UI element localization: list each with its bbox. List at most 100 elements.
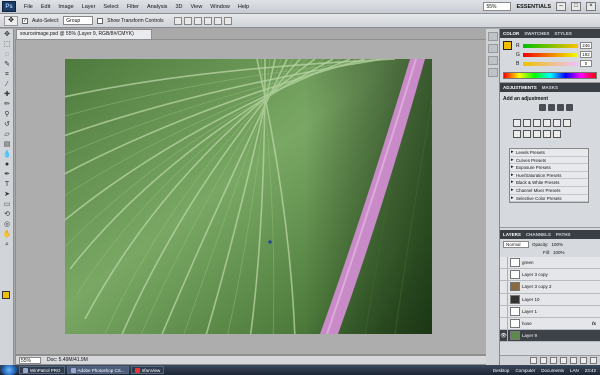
taskbar-photoshop[interactable]: Adobe Photoshop CS...: [66, 366, 129, 374]
layer-row[interactable]: Layer 1: [500, 305, 600, 318]
align-vcenter-icon[interactable]: [183, 16, 192, 25]
healing-brush-tool-icon[interactable]: ✚: [2, 90, 12, 99]
close-button[interactable]: ×: [586, 2, 596, 11]
vibrance-icon[interactable]: [513, 119, 521, 127]
blue-value[interactable]: 0: [580, 60, 592, 67]
menu-3d[interactable]: 3D: [171, 4, 186, 10]
tab-layers[interactable]: LAYERS: [503, 232, 521, 237]
tray-lan[interactable]: LAN: [570, 368, 579, 373]
path-select-tool-icon[interactable]: ➤: [2, 190, 12, 199]
invert-icon[interactable]: [513, 130, 521, 138]
foreground-color-chip[interactable]: [503, 41, 512, 50]
pen-tool-icon[interactable]: ✒: [2, 170, 12, 179]
type-tool-icon[interactable]: T: [2, 180, 12, 189]
menu-view[interactable]: View: [186, 4, 206, 10]
marquee-tool-icon[interactable]: ⬚: [2, 40, 12, 49]
curves-icon[interactable]: [557, 104, 564, 111]
exposure-icon[interactable]: [566, 104, 573, 111]
history-panel-icon[interactable]: [488, 32, 498, 41]
brightness-icon[interactable]: [539, 104, 546, 111]
clone-source-panel-icon[interactable]: [488, 68, 498, 77]
taskbar-irfanview[interactable]: IrfanView: [130, 366, 165, 374]
layer-row[interactable]: Layer 10: [500, 293, 600, 306]
selective-color-icon[interactable]: [553, 130, 561, 138]
layer-row[interactable]: green: [500, 257, 600, 270]
hand-tool-icon[interactable]: ✋: [2, 230, 12, 239]
new-group-icon[interactable]: [570, 357, 577, 364]
tray-computer[interactable]: Computer: [515, 368, 535, 373]
layer-name[interactable]: hose: [522, 321, 532, 326]
red-slider[interactable]: [523, 43, 578, 48]
align-left-icon[interactable]: [203, 16, 212, 25]
layer-row[interactable]: Layer 3 copy: [500, 269, 600, 282]
zoom-tool-icon[interactable]: ⌕: [2, 240, 12, 249]
blue-slider[interactable]: [523, 61, 578, 66]
color-spectrum[interactable]: [503, 72, 597, 79]
status-zoom-field[interactable]: 55%: [19, 356, 41, 364]
gradient-map-icon[interactable]: [543, 130, 551, 138]
tab-color[interactable]: COLOR: [503, 31, 519, 36]
document-tab[interactable]: sourceimage.psd @ 55% (Layer 9, RGB/8#/C…: [16, 29, 152, 39]
menu-edit[interactable]: Edit: [37, 4, 54, 10]
tab-paths[interactable]: PATHS: [556, 232, 571, 237]
add-style-icon[interactable]: [540, 357, 547, 364]
layer-row[interactable]: Layer 3 copy 2: [500, 281, 600, 294]
color-balance-icon[interactable]: [533, 119, 541, 127]
green-value[interactable]: 192: [580, 51, 592, 58]
document-info[interactable]: Doc: 5.49M/41.9M: [47, 357, 88, 363]
channel-mixer-icon[interactable]: [563, 119, 571, 127]
dodge-tool-icon[interactable]: ●: [2, 160, 12, 169]
menu-image[interactable]: Image: [54, 4, 77, 10]
auto-select-checkbox[interactable]: ✓: [22, 17, 28, 24]
zoom-level-select[interactable]: 55%: [483, 2, 512, 11]
red-value[interactable]: 246: [580, 42, 592, 49]
tab-masks[interactable]: MASKS: [542, 85, 558, 90]
layer-name[interactable]: Layer 9: [522, 333, 537, 338]
layer-row[interactable]: hose fx: [500, 317, 600, 331]
move-tool-icon[interactable]: ✥: [4, 15, 18, 26]
tab-channels[interactable]: CHANNELS: [526, 232, 551, 237]
foreground-color-swatch[interactable]: [2, 291, 10, 299]
menu-file[interactable]: File: [20, 4, 37, 10]
crop-tool-icon[interactable]: ⌗: [2, 70, 12, 79]
menu-window[interactable]: Window: [206, 4, 234, 10]
workspace-switcher[interactable]: ESSENTIALS: [516, 4, 551, 10]
opacity-value[interactable]: 100%: [552, 242, 564, 247]
preset-black-white[interactable]: Black & White Presets: [510, 179, 588, 187]
preset-levels[interactable]: Levels Presets: [510, 149, 588, 157]
layer-name[interactable]: green: [522, 260, 534, 265]
preset-curves[interactable]: Curves Presets: [510, 157, 588, 165]
visibility-eye-icon[interactable]: [500, 269, 508, 281]
link-layers-icon[interactable]: [530, 357, 537, 364]
menu-layer[interactable]: Layer: [78, 4, 100, 10]
move-tool-icon[interactable]: ✥: [2, 30, 12, 39]
blend-mode-select[interactable]: Normal: [503, 241, 529, 248]
tray-documents[interactable]: Documents: [541, 368, 564, 373]
visibility-eye-icon[interactable]: [500, 293, 508, 305]
layer-name[interactable]: Layer 3 copy 2: [522, 284, 552, 289]
start-button[interactable]: [1, 365, 17, 375]
layer-name[interactable]: Layer 1: [522, 309, 537, 314]
layer-row-selected[interactable]: 👁 Layer 9: [500, 330, 600, 343]
menu-select[interactable]: Select: [99, 4, 122, 10]
align-right-icon[interactable]: [223, 16, 232, 25]
3d-orbit-tool-icon[interactable]: ◎: [2, 220, 12, 229]
levels-icon[interactable]: [548, 104, 555, 111]
visibility-eye-icon[interactable]: 👁: [500, 330, 508, 342]
preset-channel-mixer[interactable]: Channel Mixer Presets: [510, 187, 588, 195]
visibility-eye-icon[interactable]: [500, 305, 508, 317]
threshold-icon[interactable]: [533, 130, 541, 138]
eraser-tool-icon[interactable]: ▱: [2, 130, 12, 139]
3d-rotate-tool-icon[interactable]: ⟲: [2, 210, 12, 219]
preset-selective-color[interactable]: Selective Color Presets: [510, 195, 588, 203]
blur-tool-icon[interactable]: 💧: [2, 150, 12, 159]
actions-panel-icon[interactable]: [488, 44, 498, 53]
history-brush-tool-icon[interactable]: ↺: [2, 120, 12, 129]
layer-effects-icon[interactable]: fx: [592, 321, 596, 326]
show-transform-checkbox[interactable]: [97, 17, 104, 24]
layer-name[interactable]: Layer 10: [522, 297, 540, 302]
image-canvas[interactable]: [65, 59, 432, 334]
tray-desktop[interactable]: Desktop: [493, 368, 510, 373]
shape-tool-icon[interactable]: ▭: [2, 200, 12, 209]
fill-value[interactable]: 100%: [553, 250, 565, 255]
